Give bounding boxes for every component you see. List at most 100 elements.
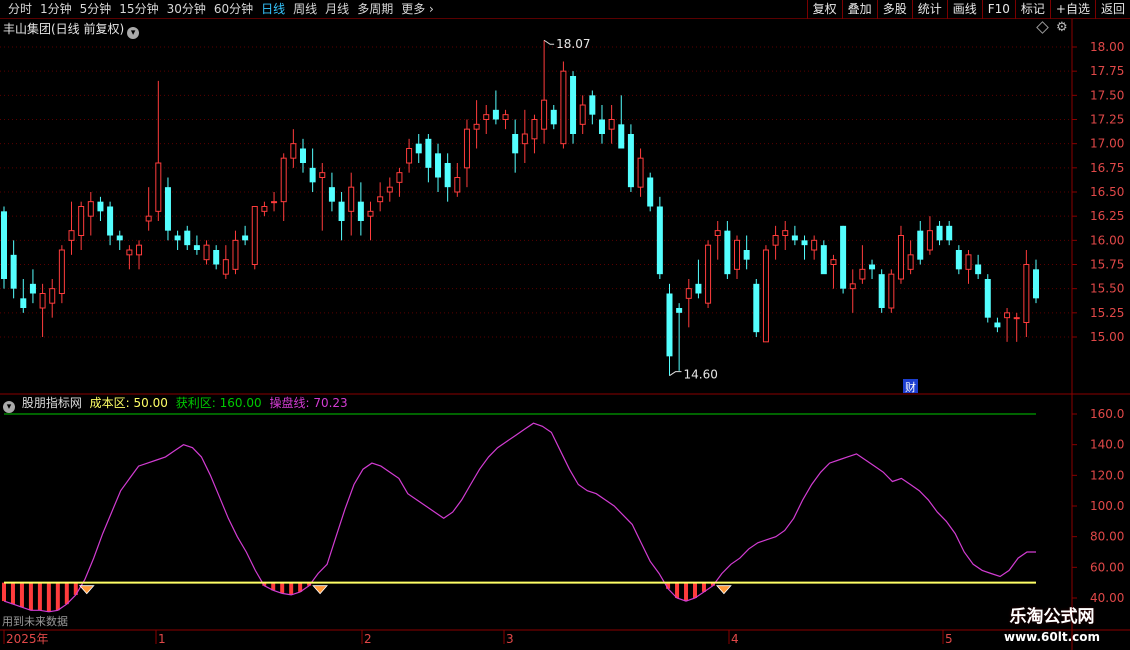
candle-body — [444, 163, 451, 188]
watermark: 乐淘公式网 www.60lt.com — [992, 605, 1112, 650]
candle-body — [20, 298, 27, 308]
candle-body — [377, 196, 384, 203]
candle-body — [695, 283, 702, 294]
price-tick-label: 16.75 — [1090, 161, 1124, 175]
candle-body — [203, 244, 210, 261]
candle-body — [579, 104, 586, 125]
candle-body — [541, 99, 548, 130]
candle-body — [338, 201, 345, 221]
candle-body — [560, 70, 567, 145]
candle-body — [174, 235, 181, 241]
chevron-down-icon[interactable]: ▾ — [3, 401, 15, 413]
watermark-title: 乐淘公式网 — [1009, 607, 1095, 627]
toolbar-button-3[interactable]: 统计 — [911, 0, 947, 19]
period-tab-9[interactable]: 多周期 — [353, 1, 397, 18]
candle-body — [97, 201, 104, 212]
period-tab-3[interactable]: 15分钟 — [115, 1, 162, 18]
price-tick-label: 17.00 — [1090, 137, 1124, 151]
time-tick-label: 3 — [506, 632, 514, 646]
candle-body — [502, 114, 509, 120]
candle-body — [126, 249, 133, 256]
status-text: 用到未来数据 — [2, 615, 68, 628]
candle-body — [676, 308, 683, 313]
candle-body — [724, 230, 731, 275]
candle-body — [29, 283, 36, 294]
candle-body — [955, 250, 962, 270]
period-tab-6[interactable]: 日线 — [257, 1, 289, 18]
time-tick-label: 1 — [158, 632, 166, 646]
candle-body — [242, 235, 249, 241]
candle-body — [309, 167, 316, 183]
profit-value: 160.00 — [219, 396, 262, 410]
toolbar-button-0[interactable]: 复权 — [806, 0, 842, 19]
candle-body — [415, 143, 422, 154]
candle-body — [897, 235, 904, 280]
toolbar-button-1[interactable]: 叠加 — [841, 0, 877, 19]
candle-body — [762, 249, 769, 343]
main-chart-title: 丰山集团(日线 前复权) ▾ — [3, 21, 140, 39]
op-label: 操盘线: — [269, 396, 310, 410]
candle-body — [772, 235, 779, 246]
candle-body — [589, 95, 596, 115]
period-tab-7[interactable]: 周线 — [289, 1, 321, 18]
candle-body — [984, 279, 991, 318]
toolbar-right-buttons: 复权 叠加 多股 统计 画线 F10 标记 +自选 返回 — [806, 0, 1130, 19]
toolbar-button-7[interactable]: +自选 — [1049, 0, 1095, 19]
candle-body — [811, 239, 818, 251]
candle-body — [492, 109, 499, 120]
toolbar-button-5[interactable]: F10 — [981, 0, 1015, 19]
indicator-tick-label: 160.0 — [1090, 407, 1124, 421]
candle-body — [68, 230, 75, 241]
candle-body — [222, 259, 229, 275]
candle-body — [463, 128, 470, 169]
candle-body — [116, 235, 123, 241]
price-tick-label: 15.50 — [1090, 282, 1124, 296]
candle-body — [1033, 269, 1039, 299]
candle-body — [271, 201, 278, 204]
candle-body — [261, 206, 268, 212]
candle-body — [975, 264, 982, 275]
period-tab-8[interactable]: 月线 — [321, 1, 353, 18]
candle-body — [965, 254, 972, 270]
period-tab-1[interactable]: 1分钟 — [36, 1, 76, 18]
candle-body — [946, 225, 953, 241]
candle-body — [328, 187, 335, 202]
candle-body — [299, 148, 306, 163]
candle-body — [782, 230, 789, 237]
settings-icon[interactable]: ⚙ — [1056, 20, 1068, 36]
price-tick-label: 16.00 — [1090, 233, 1124, 247]
candle-body — [627, 134, 634, 188]
candle-body — [473, 123, 480, 130]
candle-body — [1013, 317, 1020, 320]
candle-body — [367, 210, 374, 217]
candle-body — [570, 76, 577, 134]
candle-body — [666, 293, 673, 357]
candle-body — [386, 186, 393, 193]
period-tab-5[interactable]: 60分钟 — [210, 1, 257, 18]
toolbar-button-6[interactable]: 标记 — [1014, 0, 1050, 19]
indicator-tick-label: 120.0 — [1090, 468, 1124, 482]
buy-signal-marker — [78, 585, 95, 595]
candle-body — [164, 187, 171, 231]
toolbar-button-8[interactable]: 返回 — [1094, 0, 1130, 19]
period-tab-10[interactable]: 更多 › — [397, 1, 438, 18]
candle-body — [280, 157, 287, 203]
toolbar-button-2[interactable]: 多股 — [876, 0, 912, 19]
candle-body — [637, 157, 644, 188]
period-tab-0[interactable]: 分时 — [4, 1, 36, 18]
period-tabs: 分时 1分钟 5分钟 15分钟 30分钟 60分钟 日线 周线 月线 多周期 更多 › — [4, 1, 438, 18]
indicator-tick-label: 80.00 — [1090, 530, 1124, 544]
candle-body — [820, 245, 827, 275]
low-label: 14.60 — [683, 368, 717, 382]
price-tick-label: 16.25 — [1090, 209, 1124, 223]
time-tick-label: 2 — [364, 632, 372, 646]
high-label: 18.07 — [556, 37, 590, 51]
candle-body — [598, 119, 605, 134]
period-tab-4[interactable]: 30分钟 — [163, 1, 210, 18]
price-tick-label: 15.25 — [1090, 306, 1124, 320]
cost-value: 50.00 — [133, 396, 168, 410]
toolbar-button-4[interactable]: 画线 — [946, 0, 982, 19]
candle-body — [1, 211, 7, 279]
indicator-tick-label: 60.00 — [1090, 560, 1124, 574]
period-tab-2[interactable]: 5分钟 — [76, 1, 116, 18]
